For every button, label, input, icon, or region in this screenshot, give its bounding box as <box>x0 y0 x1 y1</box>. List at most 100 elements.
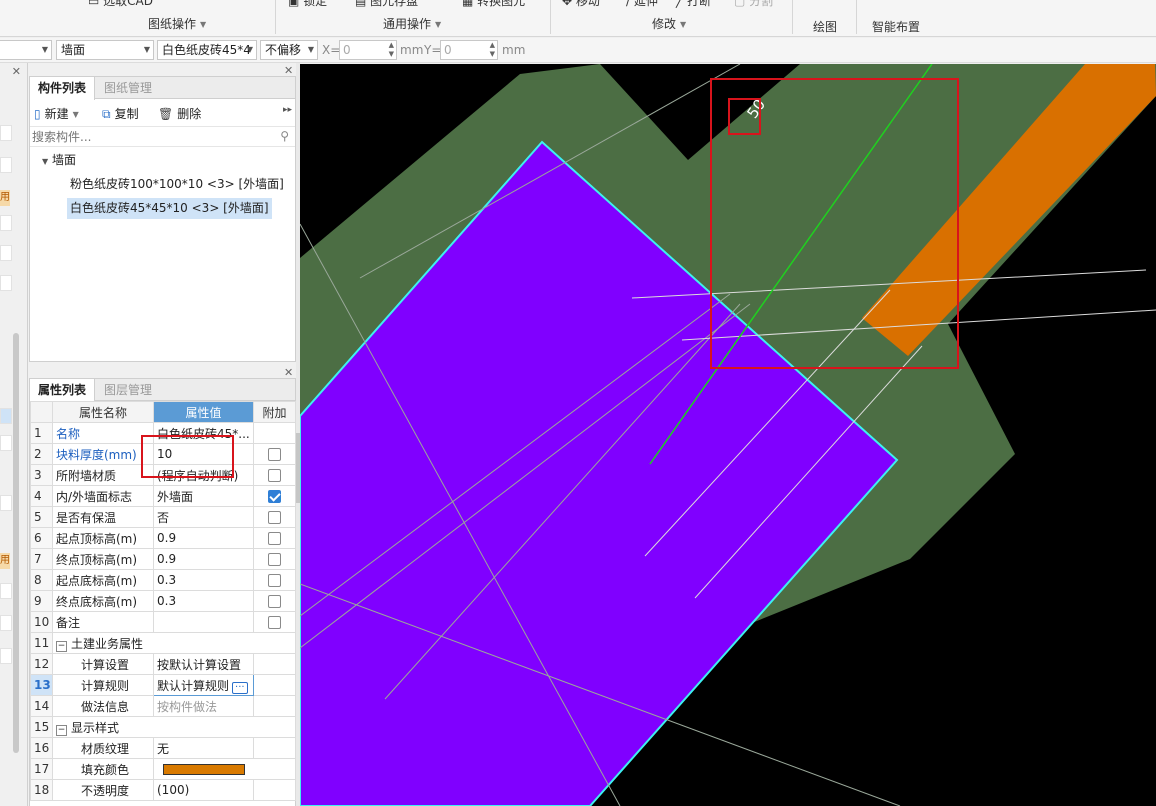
tab-layer-manage[interactable]: 图层管理 <box>96 379 160 401</box>
table-row[interactable]: 18 不透明度 (100) <box>30 779 296 801</box>
table-row-selected[interactable]: 13 计算规则 默认计算规则 ··· <box>30 674 296 696</box>
convert-element-button[interactable]: ▦ 转换图元 <box>462 0 525 9</box>
tree-item[interactable]: 粉色纸皮砖100*100*10 <3> [外墙面] <box>70 174 284 195</box>
table-row[interactable]: 12 计算设置 按默认计算设置 <box>30 653 296 675</box>
search-input[interactable] <box>30 127 260 146</box>
checkbox[interactable] <box>268 511 281 524</box>
select-cad-button[interactable]: ▭ 选取CAD <box>88 0 153 9</box>
delete-button[interactable]: 🗑 删除 <box>158 105 201 122</box>
expand-icon[interactable]: ▼ <box>42 157 48 166</box>
layer-select[interactable]: ▼ <box>0 40 52 60</box>
split-button[interactable]: ▢ 分割 <box>734 0 773 9</box>
property-value[interactable]: 否 <box>153 506 254 528</box>
property-value[interactable]: 按默认计算设置 <box>153 653 254 675</box>
tree-node-wall-surface[interactable]: ▼ 墙面 <box>42 150 76 171</box>
y-offset-input[interactable]: 0 ▲ ▼ <box>440 40 498 60</box>
property-value[interactable] <box>153 611 254 633</box>
spinner-icon[interactable]: ▲ ▼ <box>389 41 394 59</box>
x-offset-input[interactable]: 0 ▲ ▼ <box>339 40 397 60</box>
collapse-icon[interactable]: − <box>56 724 67 736</box>
checkbox[interactable] <box>268 574 281 587</box>
property-value[interactable]: 0.3 <box>153 590 254 612</box>
extra-cell <box>253 674 296 696</box>
nav-item[interactable] <box>0 495 12 511</box>
ribbon-divider <box>792 0 793 34</box>
options-bar: ▼ 墙面 ▼ 白色纸皮砖45*4 ▼ 不偏移 ▼ X= 0 ▲ ▼ mm Y= 0 ▲ ▼ m… <box>0 38 1156 63</box>
property-value[interactable]: 0.9 <box>153 548 254 570</box>
checkbox-checked[interactable] <box>268 490 281 503</box>
group-modify[interactable]: 修改 ▼ <box>652 15 686 32</box>
nav-item-active[interactable] <box>0 408 12 424</box>
highlight-box <box>728 98 761 135</box>
group-general-ops[interactable]: 通用操作 ▼ <box>383 15 441 32</box>
table-row[interactable]: 16 材质纹理无 <box>30 737 296 759</box>
save-element-button[interactable]: ▤ 图元存盘 <box>355 0 418 9</box>
checkbox[interactable] <box>268 532 281 545</box>
nav-item[interactable] <box>0 125 12 141</box>
nav-item[interactable] <box>0 157 12 173</box>
scrollbar[interactable] <box>13 333 19 753</box>
group-smart-layout[interactable]: 智能布置 <box>872 18 920 35</box>
nav-item[interactable] <box>0 583 12 599</box>
spinner-icon[interactable]: ▲ ▼ <box>490 41 495 59</box>
lock-button[interactable]: ▣ 锁定 <box>288 0 327 9</box>
table-row[interactable]: 9 终点底标高(m) 0.3 <box>30 590 296 612</box>
nav-item[interactable] <box>0 275 12 291</box>
close-icon[interactable]: ✕ <box>12 65 21 78</box>
group-name: − 土建业务属性 <box>52 632 296 654</box>
checkbox[interactable] <box>268 553 281 566</box>
property-value[interactable]: 0.3 <box>153 569 254 591</box>
checkbox[interactable] <box>268 616 281 629</box>
table-row[interactable]: 6 起点顶标高(m) 0.9 <box>30 527 296 549</box>
tree-item-selected[interactable]: 白色纸皮砖45*45*10 <3> [外墙面] <box>67 198 272 219</box>
table-row[interactable]: 7 终点顶标高(m) 0.9 <box>30 548 296 570</box>
more-options-icon[interactable]: ··· <box>232 681 248 694</box>
table-row[interactable]: 14 做法信息 按构件做法 <box>30 695 296 717</box>
group-draw[interactable]: 绘图 <box>813 18 837 35</box>
property-name: 做法信息 <box>52 695 154 717</box>
checkbox[interactable] <box>268 448 281 461</box>
checkbox[interactable] <box>268 469 281 482</box>
property-value[interactable]: 外墙面 <box>153 485 254 507</box>
row-number: 6 <box>30 527 53 549</box>
table-row[interactable]: 8 起点底标高(m) 0.3 <box>30 569 296 591</box>
tab-component-list[interactable]: 构件列表 <box>30 77 96 100</box>
property-name: 起点底标高(m) <box>52 569 154 591</box>
checkbox[interactable] <box>268 595 281 608</box>
component-select[interactable]: 白色纸皮砖45*4 ▼ <box>157 40 257 60</box>
more-icon[interactable]: ▸▸ <box>283 105 292 115</box>
extend-button[interactable]: / 延伸 <box>626 0 658 9</box>
table-row-group[interactable]: 15− 显示样式 <box>30 716 296 738</box>
move-button[interactable]: ✥ 移动 <box>562 0 600 9</box>
nav-item[interactable] <box>0 435 12 451</box>
break-button[interactable]: ╱ 打断 <box>676 0 711 9</box>
fill-color-swatch[interactable] <box>163 764 245 775</box>
x-unit-label: mm <box>400 43 424 57</box>
group-drawing-ops[interactable]: 图纸操作 ▼ <box>148 15 206 32</box>
table-row[interactable]: 5 是否有保温否 <box>30 506 296 528</box>
drawing-canvas[interactable]: 50 <box>300 64 1156 806</box>
collapse-icon[interactable]: − <box>56 640 67 652</box>
nav-item[interactable] <box>0 245 12 261</box>
property-value[interactable]: 无 <box>153 737 254 759</box>
property-value[interactable]: (100) <box>153 779 254 801</box>
copy-button[interactable]: ⧉ 复制 <box>102 105 139 122</box>
offset-select[interactable]: 不偏移 ▼ <box>260 40 318 60</box>
nav-item[interactable] <box>0 615 12 631</box>
table-row-group[interactable]: 11− 土建业务属性 <box>30 632 296 654</box>
nav-item[interactable] <box>0 648 12 664</box>
table-row[interactable]: 17 填充颜色 <box>30 758 296 780</box>
table-row[interactable]: 4 内/外墙面标志 外墙面 <box>30 485 296 507</box>
nav-item[interactable] <box>0 215 12 231</box>
new-button[interactable]: ▯ 新建 ▼ <box>34 105 79 122</box>
property-value[interactable]: 0.9 <box>153 527 254 549</box>
table-row[interactable]: 10 备注 <box>30 611 296 633</box>
property-value-editor[interactable]: 默认计算规则 ··· <box>153 674 254 696</box>
property-value[interactable] <box>153 758 296 780</box>
search-icon[interactable]: ⚲ <box>280 129 289 143</box>
property-name: 填充颜色 <box>52 758 154 780</box>
tab-property-list[interactable]: 属性列表 <box>30 379 96 402</box>
tab-drawing-manage[interactable]: 图纸管理 <box>96 77 160 99</box>
property-value[interactable]: 按构件做法 <box>153 695 254 717</box>
category-select[interactable]: 墙面 ▼ <box>56 40 154 60</box>
